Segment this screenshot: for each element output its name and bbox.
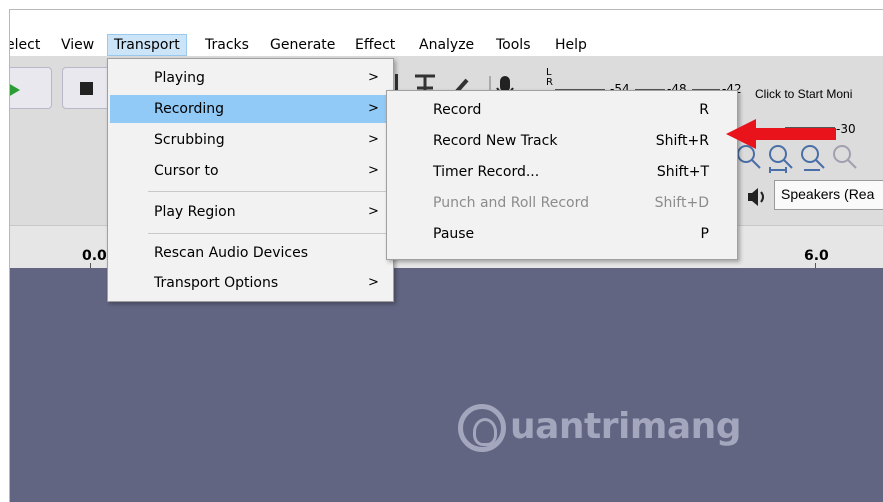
playback-device-select[interactable]: Speakers (Rea [774,180,883,210]
watermark-text: uantrimang [510,406,742,447]
track-area[interactable] [10,268,883,502]
stop-icon [80,82,93,95]
red-arrow-annotation [726,119,836,149]
watermark-logo: uantrimang [450,400,770,460]
menu-item-record-new-track[interactable]: Record New Track Shift+R [389,127,735,155]
chevron-right-icon: > [368,70,379,85]
menu-transport[interactable]: Transport [107,34,187,56]
menu-generate[interactable]: Generate [270,36,335,54]
menu-item-punch-and-roll-record: Punch and Roll Record Shift+D [433,195,709,211]
ruler-label-6: 6.0 [804,248,829,264]
menu-tools[interactable]: Tools [496,36,531,54]
menu-analyze[interactable]: Analyze [419,36,474,54]
menu-item-rescan-audio-devices[interactable]: Rescan Audio Devices [110,239,391,267]
menu-separator [148,233,388,234]
menu-effect[interactable]: Effect [355,36,395,54]
menu-item-recording[interactable]: Recording > [110,95,391,123]
speaker-icon [748,188,764,206]
chevron-right-icon: > [368,163,379,178]
menu-tracks[interactable]: Tracks [205,36,249,54]
menu-item-scrubbing[interactable]: Scrubbing > [110,126,391,154]
menu-bar: elect View Transport Tracks Generate Eff… [10,10,883,56]
menu-item-record[interactable]: Record R [389,96,735,124]
chevron-right-icon: > [368,132,379,147]
menu-item-timer-record[interactable]: Timer Record... Shift+T [389,158,735,186]
menu-item-cursor-to[interactable]: Cursor to > [110,157,391,185]
menu-separator [148,191,388,192]
chevron-right-icon: > [368,204,379,219]
click-to-start-monitoring[interactable]: Click to Start Moni [755,87,852,101]
chevron-right-icon: > [368,101,379,116]
menu-view[interactable]: View [61,36,94,54]
lightbulb-icon [458,404,506,452]
chevron-right-icon: > [368,275,379,290]
transport-menu: Playing > Recording > Scrubbing > Cursor… [107,58,394,302]
menu-help[interactable]: Help [555,36,587,54]
menu-item-pause[interactable]: Pause P [389,220,735,248]
ruler-label-start: 0.0 [82,248,107,264]
menu-select[interactable]: elect [10,36,40,54]
audacity-window: elect View Transport Tracks Generate Eff… [9,9,883,502]
menu-item-transport-options[interactable]: Transport Options > [110,269,391,297]
play-icon [10,80,20,100]
meter-lr-label: LR [546,67,553,88]
menu-item-playing[interactable]: Playing > [110,64,391,92]
play-button[interactable] [10,67,52,109]
menu-item-play-region[interactable]: Play Region > [110,198,391,226]
meter-scale-30: -30 [836,122,856,136]
recording-submenu: Record R Record New Track Shift+R Timer … [386,90,738,260]
